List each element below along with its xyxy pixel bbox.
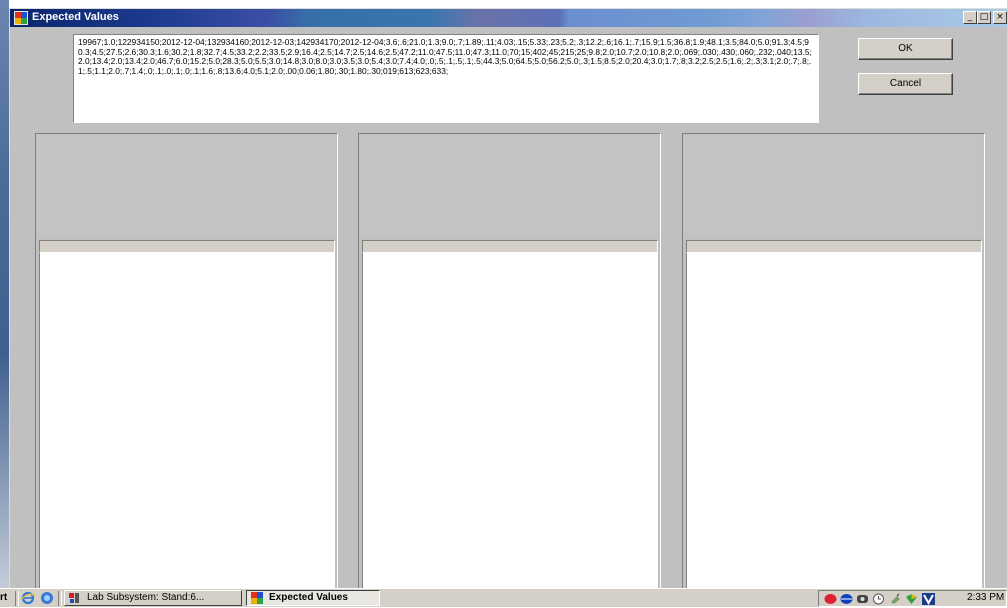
minimize-button[interactable]: _ [963,11,977,24]
minimize-icon: _ [967,12,973,22]
maximize-icon: □ [979,12,989,22]
network-globe-icon[interactable] [840,593,853,605]
ok-button[interactable]: OK [858,38,953,60]
taskbar-separator [15,591,19,606]
title-bar[interactable]: Expected Values _ □ × [10,9,1007,27]
outlook-express-icon[interactable] [40,591,54,605]
results-panel-1 [35,133,338,590]
taskbar-clock[interactable]: 2:33 PM [967,592,1004,603]
connection-icon[interactable] [856,593,869,605]
list-column-header[interactable] [686,240,982,253]
task-expected-values[interactable]: Expected Values [246,590,380,606]
app-window-icon [251,592,263,604]
cancel-button[interactable]: Cancel [858,73,953,95]
results-list[interactable] [362,253,658,590]
results-list[interactable] [39,253,335,590]
results-panel-2 [358,133,661,590]
list-column-header[interactable] [362,240,658,253]
app-window-icon [14,11,28,25]
task-label: Expected Values [269,592,348,603]
task-lab-subsystem[interactable]: Lab Subsystem: Stand:6... [64,590,242,606]
results-list[interactable] [686,253,982,590]
lab-subsystem-icon [69,593,79,603]
safely-remove-hardware-icon[interactable] [889,593,902,605]
panel-upper-area [37,135,336,237]
taskbar: rt Lab Subsystem: Stand:6... Expected Va… [0,588,1007,607]
taskbar-separator [58,591,62,606]
expected-values-textbox[interactable]: 19967;1.0;122934150;2012-12-04;132934160… [73,34,819,123]
desktop-background [0,0,9,588]
maximize-button[interactable]: □ [977,11,991,24]
panel-upper-area [684,135,983,237]
list-column-header[interactable] [39,240,335,253]
expected-values-window: Expected Values _ □ × 19967;1.0;12293415… [9,8,1007,590]
clock-sync-icon[interactable] [872,593,885,605]
system-tray: 2:33 PM [818,590,1007,607]
antivirus-shield-icon[interactable] [824,593,837,605]
panel-upper-area [360,135,659,237]
vmware-v-icon[interactable] [922,593,935,605]
close-icon: × [996,12,1004,22]
internet-explorer-icon[interactable] [21,591,35,605]
results-panel-3 [682,133,985,590]
task-label: Lab Subsystem: Stand:6... [87,592,205,603]
close-button[interactable]: × [993,11,1007,24]
security-alert-icon[interactable] [905,593,918,605]
window-title: Expected Values [32,11,119,23]
start-button[interactable]: rt [0,589,12,608]
